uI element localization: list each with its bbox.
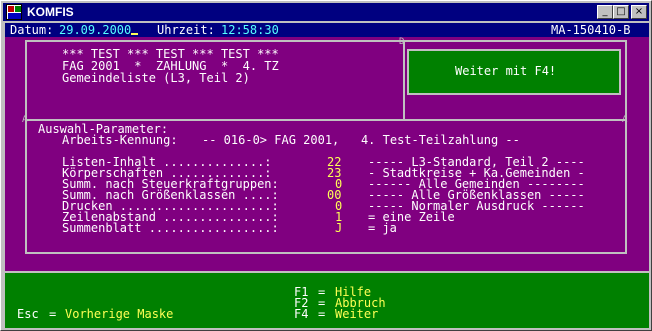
param-desc: = ja: [368, 221, 397, 235]
continue-box[interactable]: Weiter mit F4!: [407, 49, 621, 95]
console-screen: Datum: 29.09.2000 Uhrzeit: 12:58:30 MA-1…: [5, 23, 649, 328]
maximize-button[interactable]: □: [613, 5, 629, 19]
function-key-bar: F1 = Hilfe F2 = Abbruch F4 = Weiter Esc …: [5, 271, 649, 328]
app-window: KOMFIS _ □ × Datum: 29.09.2000 Uhrzeit: …: [0, 0, 652, 331]
date-value: 29.09.2000: [59, 23, 132, 37]
kennung-value: -- 016-0> FAG 2001, 4. Test-Teilzahlung …: [202, 133, 520, 147]
param-value[interactable]: J: [335, 222, 342, 234]
frame-mark-right: A: [622, 115, 628, 125]
title-bar[interactable]: KOMFIS _ □ ×: [3, 3, 649, 21]
kennung-label: Arbeits-Kennung:: [62, 133, 178, 147]
close-button[interactable]: ×: [631, 5, 647, 19]
header-divider: [403, 40, 405, 120]
minimize-button[interactable]: _: [597, 5, 613, 19]
esc-key: Esc: [17, 307, 39, 321]
continue-label: Weiter mit F4!: [455, 64, 557, 78]
fkey-action: Weiter: [335, 307, 379, 321]
section-divider: [25, 119, 627, 121]
esc-action: Vorherige Maske: [65, 307, 174, 321]
frame-mark-top: D: [399, 37, 405, 47]
header-line-3: Gemeindeliste (L3, Teil 2): [62, 71, 250, 85]
fkey-label: F4: [294, 307, 309, 321]
status-bar: Datum: 29.09.2000 Uhrzeit: 12:58:30 MA-1…: [5, 23, 649, 37]
time-value: 12:58:30: [221, 23, 279, 37]
date-label: Datum:: [10, 23, 54, 37]
screen-id: MA-150410-B: [551, 23, 631, 37]
time-label: Uhrzeit:: [157, 23, 215, 37]
text-cursor: [131, 33, 138, 35]
param-label: Summenblatt .................:: [62, 221, 279, 235]
window-title: KOMFIS: [27, 5, 74, 19]
frame-mark-left: A: [22, 115, 28, 125]
app-logo-icon[interactable]: [6, 4, 22, 20]
